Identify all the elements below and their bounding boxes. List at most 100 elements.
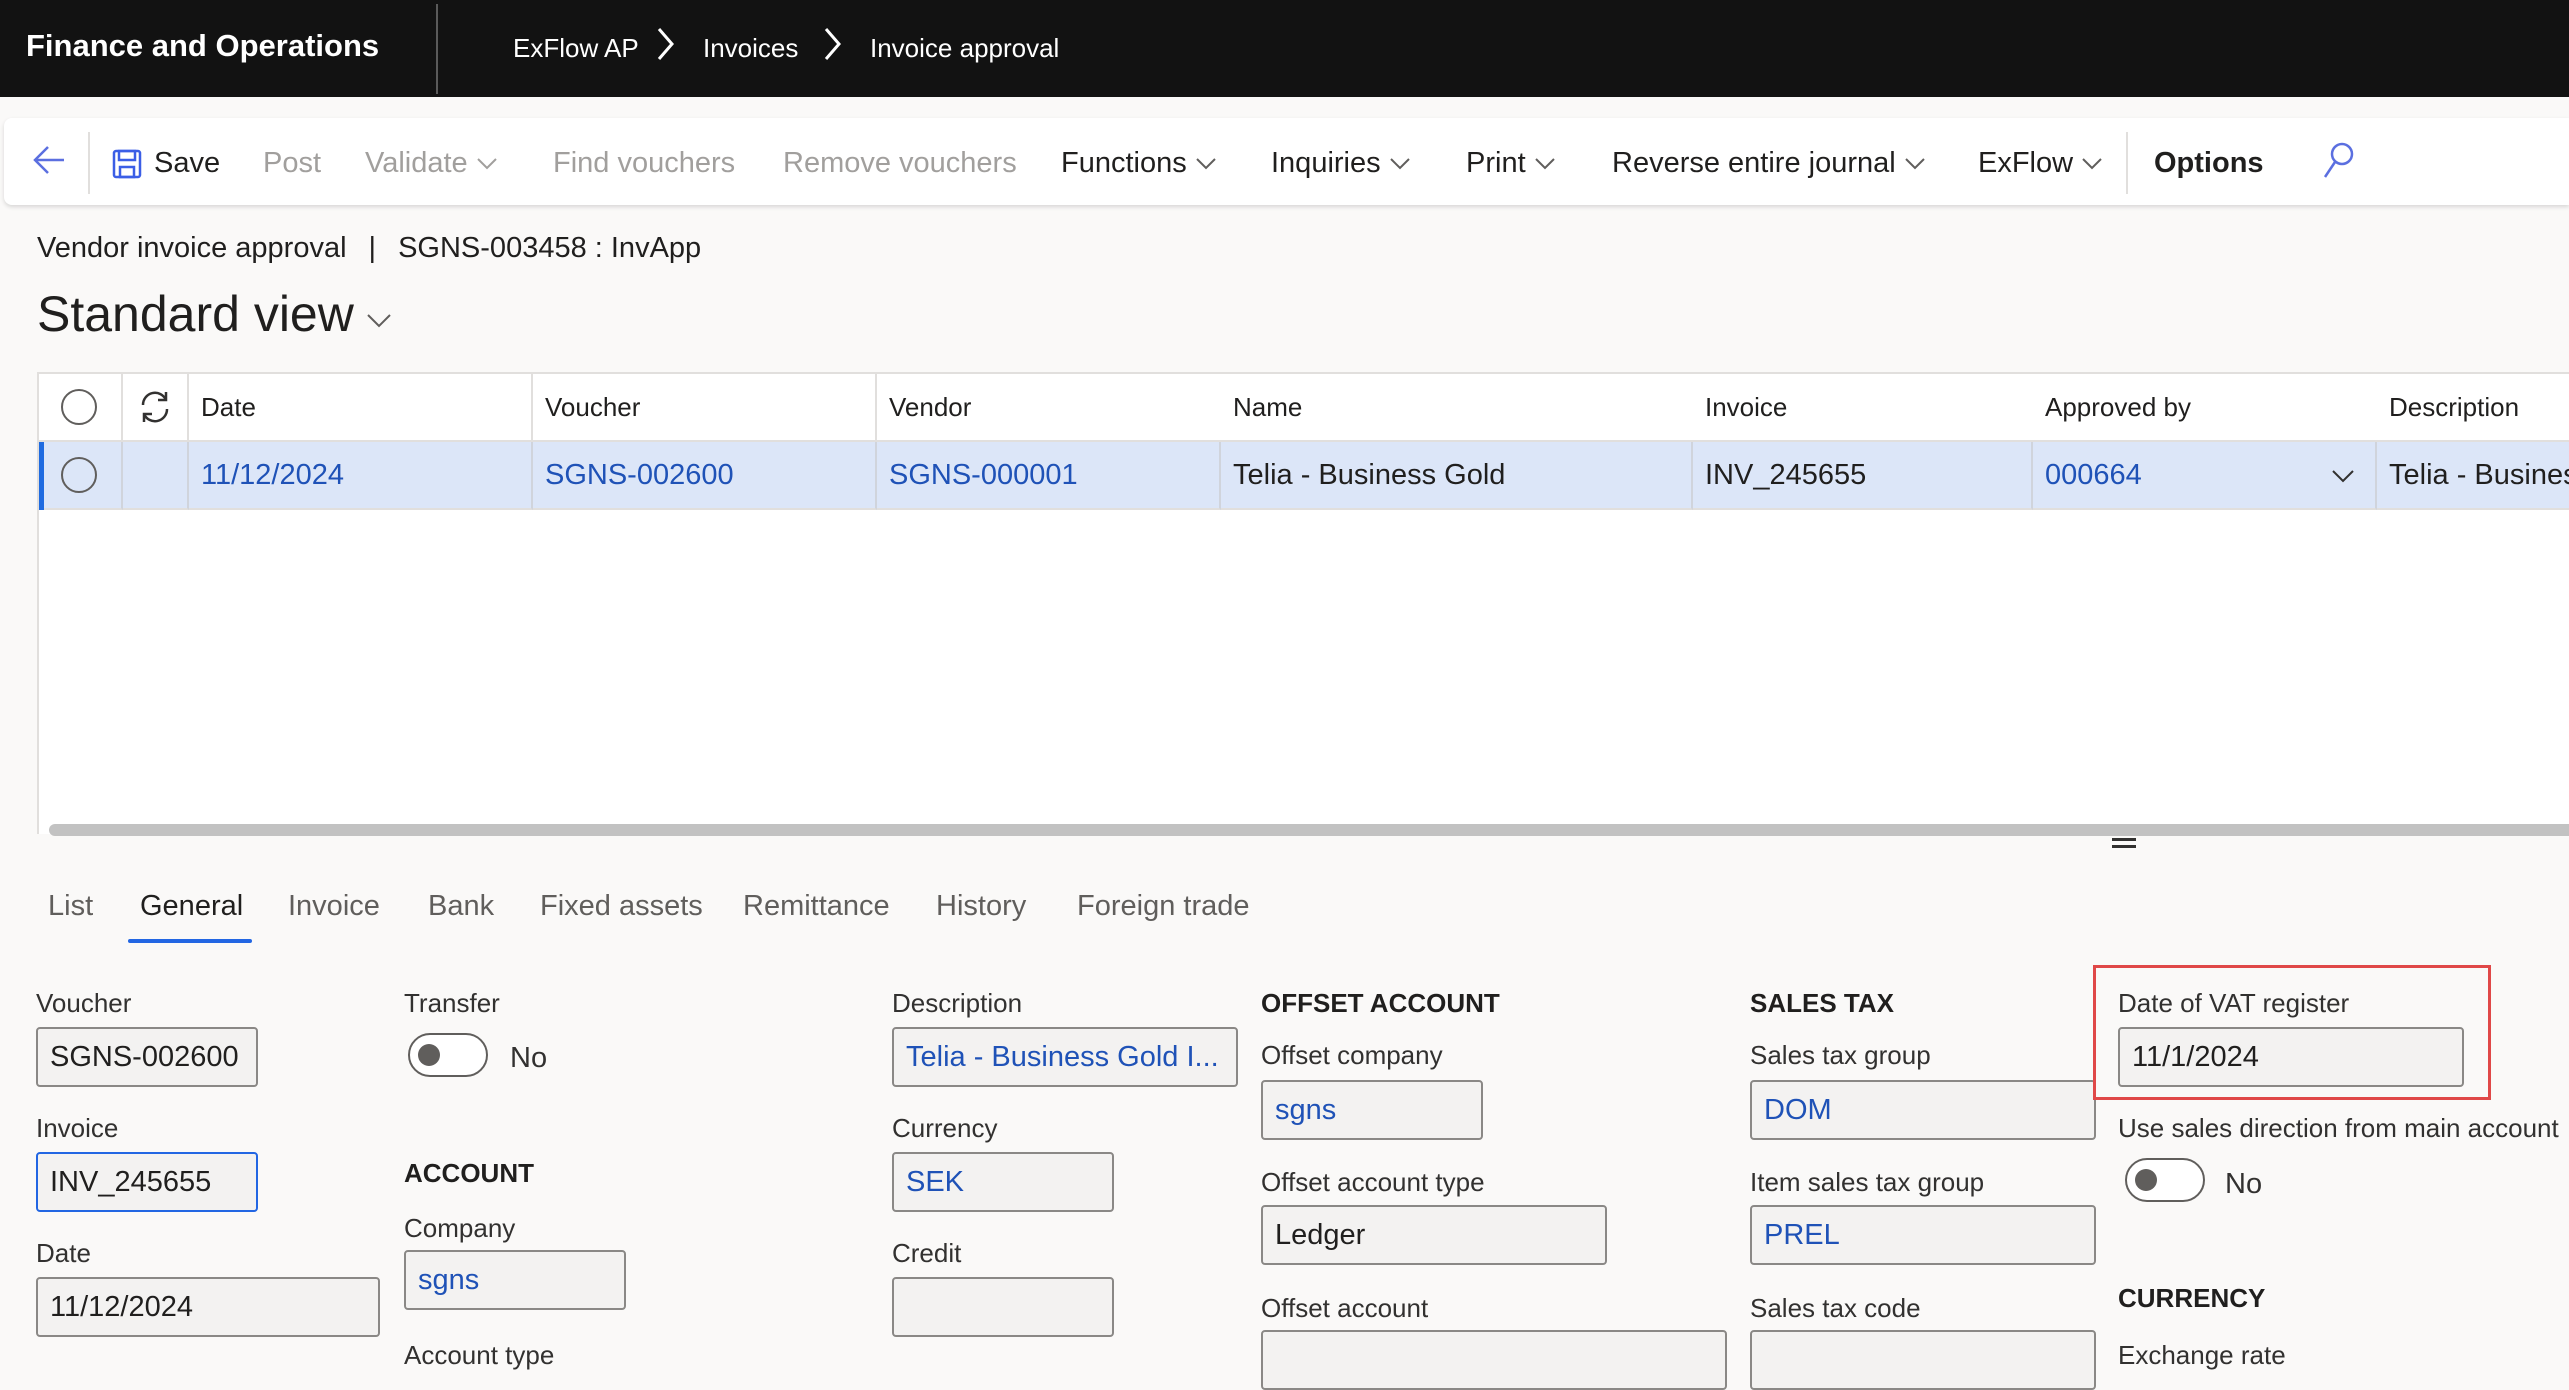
tab-invoice[interactable]: Invoice: [288, 890, 380, 923]
pane-splitter-handle[interactable]: [2112, 838, 2136, 850]
tab-bank[interactable]: Bank: [428, 890, 494, 923]
column-header-approved-by[interactable]: Approved by: [2033, 374, 2377, 442]
save-icon: [112, 149, 142, 178]
save-label: Save: [154, 147, 221, 179]
chevron-down-icon: [1904, 157, 1925, 169]
post-button[interactable]: Post: [263, 147, 321, 180]
sales-tax-code-label: Sales tax code: [1750, 1293, 1921, 1323]
tab-general[interactable]: General: [140, 890, 243, 923]
sales-tax-group-field[interactable]: DOM: [1750, 1080, 2096, 1140]
item-sales-tax-group-label: Item sales tax group: [1750, 1167, 1985, 1197]
exchange-rate-label: Exchange rate: [2118, 1340, 2286, 1370]
column-header-voucher[interactable]: Voucher: [533, 374, 877, 442]
row-select-cell[interactable]: [44, 442, 123, 510]
breadcrumb-exflow-ap[interactable]: ExFlow AP: [513, 33, 639, 64]
currency-field[interactable]: SEK: [892, 1152, 1114, 1212]
breadcrumb-invoice-approval: Invoice approval: [870, 33, 1060, 63]
currency-label: Currency: [892, 1113, 998, 1143]
options-label: Options: [2154, 147, 2264, 179]
refresh-header[interactable]: [123, 374, 189, 442]
transfer-toggle[interactable]: [408, 1033, 488, 1077]
currency-group-heading: CURRENCY: [2118, 1283, 2266, 1313]
caption-separator: |: [368, 232, 377, 264]
use-sales-direction-value: No: [2225, 1168, 2263, 1200]
column-header-date[interactable]: Date: [189, 374, 533, 442]
tab-fixed-assets[interactable]: Fixed assets: [540, 890, 703, 923]
sales-tax-group-heading: SALES TAX: [1750, 988, 1894, 1018]
item-sales-tax-group-field[interactable]: PREL: [1750, 1205, 2096, 1265]
date-field[interactable]: 11/12/2024: [36, 1277, 380, 1337]
select-all-header[interactable]: [39, 374, 123, 442]
cell-name[interactable]: Telia - Business Gold: [1221, 442, 1693, 510]
cell-approved-by[interactable]: 000664: [2033, 442, 2377, 510]
tab-list[interactable]: List: [48, 890, 93, 923]
column-header-vendor[interactable]: Vendor: [877, 374, 1221, 442]
app-title[interactable]: Finance and Operations: [26, 28, 379, 64]
reverse-entire-journal-menu[interactable]: Reverse entire journal: [1612, 147, 1926, 180]
voucher-label: Voucher: [36, 988, 132, 1018]
inquiries-label: Inquiries: [1271, 147, 1381, 179]
voucher-field[interactable]: SGNS-002600: [36, 1027, 258, 1087]
active-tab-indicator: [128, 939, 252, 943]
use-sales-direction-toggle[interactable]: [2125, 1158, 2205, 1202]
offset-company-field[interactable]: sgns: [1261, 1080, 1483, 1140]
offset-account-type-field[interactable]: Ledger: [1261, 1205, 1607, 1265]
view-selector[interactable]: Standard view: [37, 285, 392, 343]
approved-by-value[interactable]: 000664: [2045, 459, 2142, 492]
search-icon[interactable]: [2322, 140, 2356, 180]
horizontal-scrollbar[interactable]: [49, 824, 2569, 836]
save-button[interactable]: Save: [112, 147, 220, 180]
tab-foreign-trade[interactable]: Foreign trade: [1077, 890, 1250, 923]
sales-tax-code-field[interactable]: [1750, 1330, 2096, 1390]
credit-field[interactable]: [892, 1277, 1114, 1337]
view-title: Standard view: [37, 286, 354, 342]
chevron-down-icon: [1534, 157, 1555, 169]
exflow-menu[interactable]: ExFlow: [1978, 147, 2103, 180]
refresh-icon[interactable]: [135, 387, 175, 427]
page-caption-form: Vendor invoice approval: [37, 232, 347, 264]
column-header-name[interactable]: Name: [1221, 374, 1693, 442]
page-caption-record: SGNS-003458 : InvApp: [398, 232, 702, 264]
column-header-description[interactable]: Description: [2377, 374, 2569, 442]
print-label: Print: [1466, 147, 1526, 179]
find-vouchers-label: Find vouchers: [553, 147, 736, 179]
row-select-radio[interactable]: [61, 457, 97, 493]
offset-account-field[interactable]: [1261, 1330, 1727, 1390]
chevron-down-icon[interactable]: [2331, 469, 2355, 483]
validate-button[interactable]: Validate: [365, 147, 498, 180]
breadcrumb-chevron-icon: [657, 28, 674, 60]
cell-vendor[interactable]: SGNS-000001: [877, 442, 1221, 510]
vat-register-date-field[interactable]: 11/1/2024: [2118, 1027, 2464, 1087]
description-field[interactable]: Telia - Business Gold I...: [892, 1027, 1238, 1087]
chevron-down-icon: [367, 314, 391, 328]
tab-remittance[interactable]: Remittance: [743, 890, 890, 923]
sales-tax-group-label: Sales tax group: [1750, 1040, 1931, 1070]
post-label: Post: [263, 147, 322, 179]
breadcrumb-invoices[interactable]: Invoices: [703, 33, 798, 64]
company-field[interactable]: sgns: [404, 1250, 626, 1310]
back-arrow-icon[interactable]: [32, 144, 66, 176]
options-button[interactable]: Options: [2154, 147, 2264, 180]
functions-label: Functions: [1061, 147, 1187, 179]
column-header-invoice[interactable]: Invoice: [1693, 374, 2033, 442]
cell-invoice[interactable]: INV_245655: [1693, 442, 2033, 510]
functions-menu[interactable]: Functions: [1061, 147, 1217, 180]
offset-account-type-label: Offset account type: [1261, 1167, 1485, 1197]
select-all-radio[interactable]: [61, 389, 97, 425]
invoice-field[interactable]: INV_245655: [36, 1152, 258, 1212]
exflow-label: ExFlow: [1978, 147, 2074, 179]
credit-label: Credit: [892, 1238, 962, 1268]
tab-history[interactable]: History: [936, 890, 1026, 923]
row-empty-cell: [123, 442, 189, 510]
remove-vouchers-button[interactable]: Remove vouchers: [783, 147, 1017, 180]
invoice-label: Invoice: [36, 1113, 119, 1143]
remove-vouchers-label: Remove vouchers: [783, 147, 1017, 179]
cell-date[interactable]: 11/12/2024: [189, 442, 533, 510]
cell-voucher[interactable]: SGNS-002600: [533, 442, 877, 510]
cell-description[interactable]: Telia - Business Gold I...: [2377, 442, 2569, 510]
find-vouchers-button[interactable]: Find vouchers: [553, 147, 735, 180]
inquiries-menu[interactable]: Inquiries: [1271, 147, 1411, 180]
print-menu[interactable]: Print: [1466, 147, 1556, 180]
offset-account-label: Offset account: [1261, 1293, 1429, 1323]
journal-grid: Date Voucher Vendor Name Invoice Approve…: [37, 372, 2569, 836]
